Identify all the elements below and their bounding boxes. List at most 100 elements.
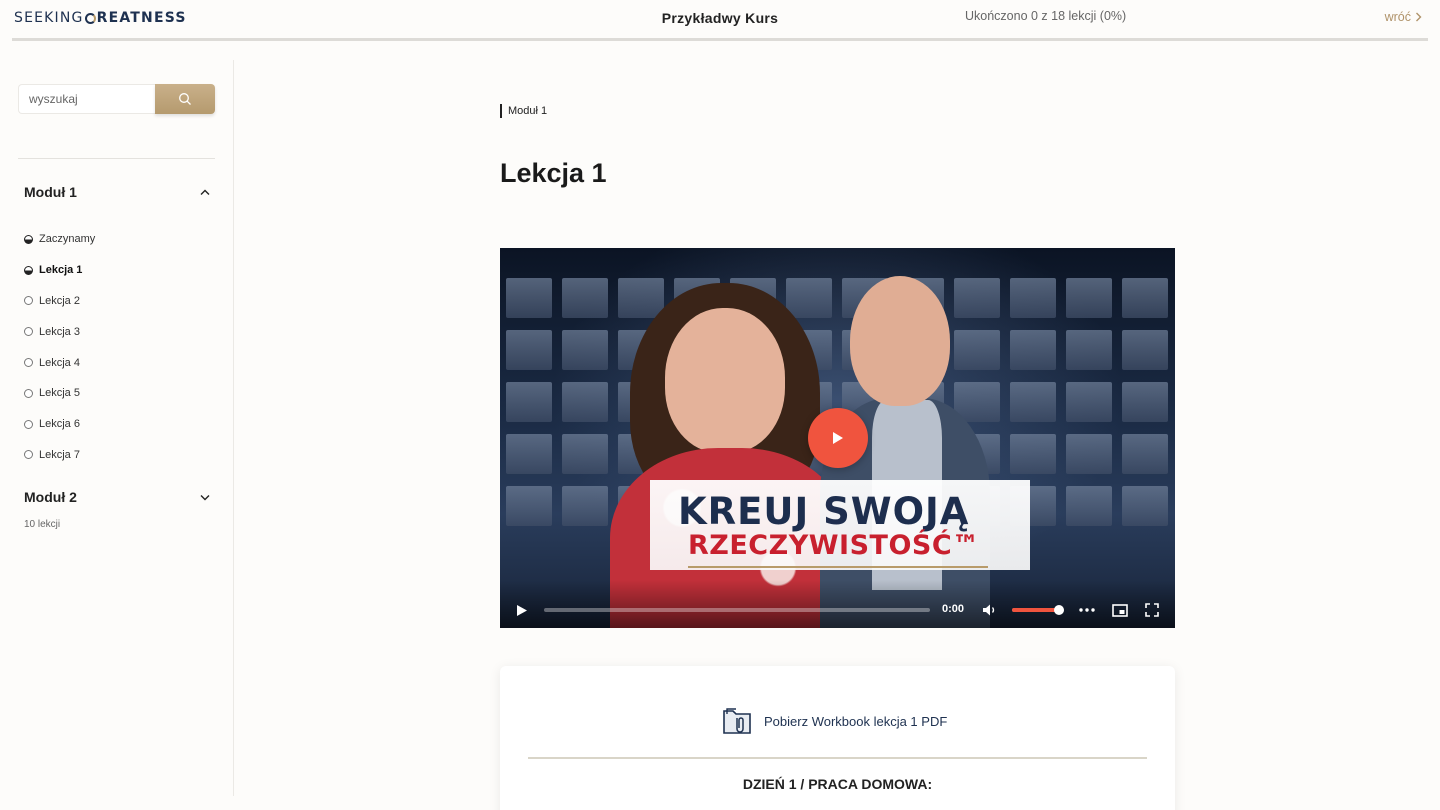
thumbnail-grid-tile [1122, 278, 1168, 318]
thumbnail-grid-tile [1066, 486, 1112, 526]
lesson-materials-card: Pobierz Workbook lekcja 1 PDF DZIEŃ 1 / … [500, 666, 1175, 810]
lesson-label: Lekcja 5 [39, 387, 80, 400]
lesson-label: Zaczynamy [39, 233, 96, 246]
thumbnail-grid-tile [506, 330, 552, 370]
back-link[interactable]: wróć [1385, 10, 1422, 24]
lesson-label: Lekcja 3 [39, 325, 80, 338]
module-1-lesson-list: Zaczynamy Lekcja 1 Lekcja 2 Lekcja 3 Lek… [24, 224, 214, 470]
thumbnail-grid-tile [1066, 330, 1112, 370]
lesson-status-not-started-icon [24, 419, 33, 429]
logo[interactable]: SEEKING REATNESS [14, 10, 187, 26]
lesson-label: Lekcja 4 [39, 356, 80, 369]
folder-attachment-icon [723, 708, 751, 734]
thumbnail-grid-tile [562, 434, 608, 474]
thumbnail-grid-tile [1010, 382, 1056, 422]
thumbnail-grid-tile [562, 278, 608, 318]
play-icon [517, 604, 527, 616]
big-play-button[interactable] [808, 408, 868, 468]
lesson-item-zaczynamy[interactable]: Zaczynamy [24, 224, 214, 255]
lesson-status-in-progress-icon [24, 234, 33, 244]
chevron-down-icon[interactable] [200, 494, 210, 501]
thumbnail-underline [688, 566, 988, 568]
logo-g-icon [84, 12, 96, 24]
lesson-status-not-started-icon [24, 296, 33, 306]
volume-slider[interactable] [1012, 605, 1064, 615]
chevron-right-icon [1416, 12, 1422, 22]
current-time: 0:00 [942, 603, 965, 615]
thumbnail-grid-tile [786, 278, 832, 318]
picture-in-picture-icon [1112, 603, 1128, 617]
fullscreen-button[interactable] [1143, 602, 1161, 618]
thumbnail-grid-tile [1066, 278, 1112, 318]
lesson-status-not-started-icon [24, 388, 33, 398]
lesson-item-lekcja-1[interactable]: Lekcja 1 [24, 255, 214, 286]
breadcrumb[interactable]: Moduł 1 [500, 104, 547, 118]
lesson-search [18, 84, 215, 114]
volume-icon [983, 604, 995, 616]
lesson-item-lekcja-7[interactable]: Lekcja 7 [24, 440, 214, 471]
thumbnail-grid-tile [1122, 434, 1168, 474]
module-2-lesson-count: 10 lekcji [24, 519, 61, 530]
thumbnail-title-line2: RZECZYWISTOŚĆ™ [688, 530, 980, 561]
thumbnail-grid-tile [506, 434, 552, 474]
thumbnail-grid-tile [954, 278, 1000, 318]
thumbnail-grid-tile [1066, 434, 1112, 474]
homework-heading: DZIEŃ 1 / PRACA DOMOWA: [742, 776, 933, 792]
module-1-title: Moduł 1 [24, 184, 77, 200]
thumbnail-grid-tile [1122, 330, 1168, 370]
logo-text-light: SEEKING [14, 10, 84, 26]
lesson-status-not-started-icon [24, 358, 33, 368]
lesson-status-not-started-icon [24, 327, 33, 337]
course-sidebar: Moduł 1 Zaczynamy Lekcja 1 Lekcja 2 Lekc… [0, 60, 234, 796]
logo-text-bold: REATNESS [96, 10, 187, 26]
seek-bar[interactable] [544, 608, 930, 612]
thumbnail-grid-tile [562, 486, 608, 526]
page-title: Lekcja 1 [500, 158, 607, 188]
thumbnail-grid-tile [562, 330, 608, 370]
video-player[interactable]: KREUJ SWOJĄ RZECZYWISTOŚĆ™ 0:00 [500, 248, 1175, 628]
thumbnail-grid-tile [506, 382, 552, 422]
thumbnail-person-woman-face [665, 308, 785, 453]
thumbnail-grid-tile [506, 278, 552, 318]
lesson-item-lekcja-6[interactable]: Lekcja 6 [24, 409, 214, 440]
thumbnail-grid-tile [1010, 278, 1056, 318]
card-divider [528, 757, 1147, 759]
thumbnail-grid-tile [954, 330, 1000, 370]
search-button[interactable] [155, 84, 215, 114]
module-2-title: Moduł 2 [24, 489, 77, 505]
download-workbook-link[interactable]: Pobierz Workbook lekcja 1 PDF [722, 706, 947, 736]
more-options-button[interactable] [1078, 602, 1096, 618]
thumbnail-grid-tile [1010, 434, 1056, 474]
video-controls: 0:00 [500, 580, 1175, 628]
picture-in-picture-button[interactable] [1111, 602, 1129, 618]
play-button[interactable] [514, 602, 530, 618]
lesson-item-lekcja-2[interactable]: Lekcja 2 [24, 286, 214, 317]
thumbnail-person-man-head [850, 276, 950, 406]
lesson-status-not-started-icon [24, 450, 33, 460]
lesson-item-lekcja-3[interactable]: Lekcja 3 [24, 316, 214, 347]
search-input[interactable] [18, 84, 155, 114]
sidebar-divider [18, 158, 215, 159]
play-icon [833, 432, 843, 444]
lesson-item-lekcja-4[interactable]: Lekcja 4 [24, 347, 214, 378]
lesson-label: Lekcja 6 [39, 418, 80, 431]
fullscreen-icon [1145, 603, 1159, 617]
chevron-up-icon[interactable] [200, 189, 210, 196]
thumbnail-grid-tile [562, 382, 608, 422]
lesson-label: Lekcja 1 [39, 264, 83, 277]
lesson-status-in-progress-icon [24, 265, 33, 275]
module-2-header[interactable]: Moduł 2 [24, 487, 210, 507]
lesson-item-lekcja-5[interactable]: Lekcja 5 [24, 378, 214, 409]
course-title: Przykładwy Kurs [661, 10, 779, 26]
top-bar: SEEKING REATNESS Przykładwy Kurs Ukończo… [0, 0, 1440, 38]
module-1-header[interactable]: Moduł 1 [24, 182, 210, 202]
search-icon [179, 93, 191, 105]
thumbnail-grid-tile [506, 486, 552, 526]
course-progress-text: Ukończono 0 z 18 lekcji (0%) [965, 9, 1127, 23]
mute-button[interactable] [981, 602, 999, 618]
thumbnail-grid-tile [618, 278, 664, 318]
thumbnail-grid-tile [1122, 486, 1168, 526]
volume-slider-fill [1012, 608, 1059, 612]
header-divider [12, 38, 1428, 41]
volume-slider-handle[interactable] [1053, 605, 1064, 615]
